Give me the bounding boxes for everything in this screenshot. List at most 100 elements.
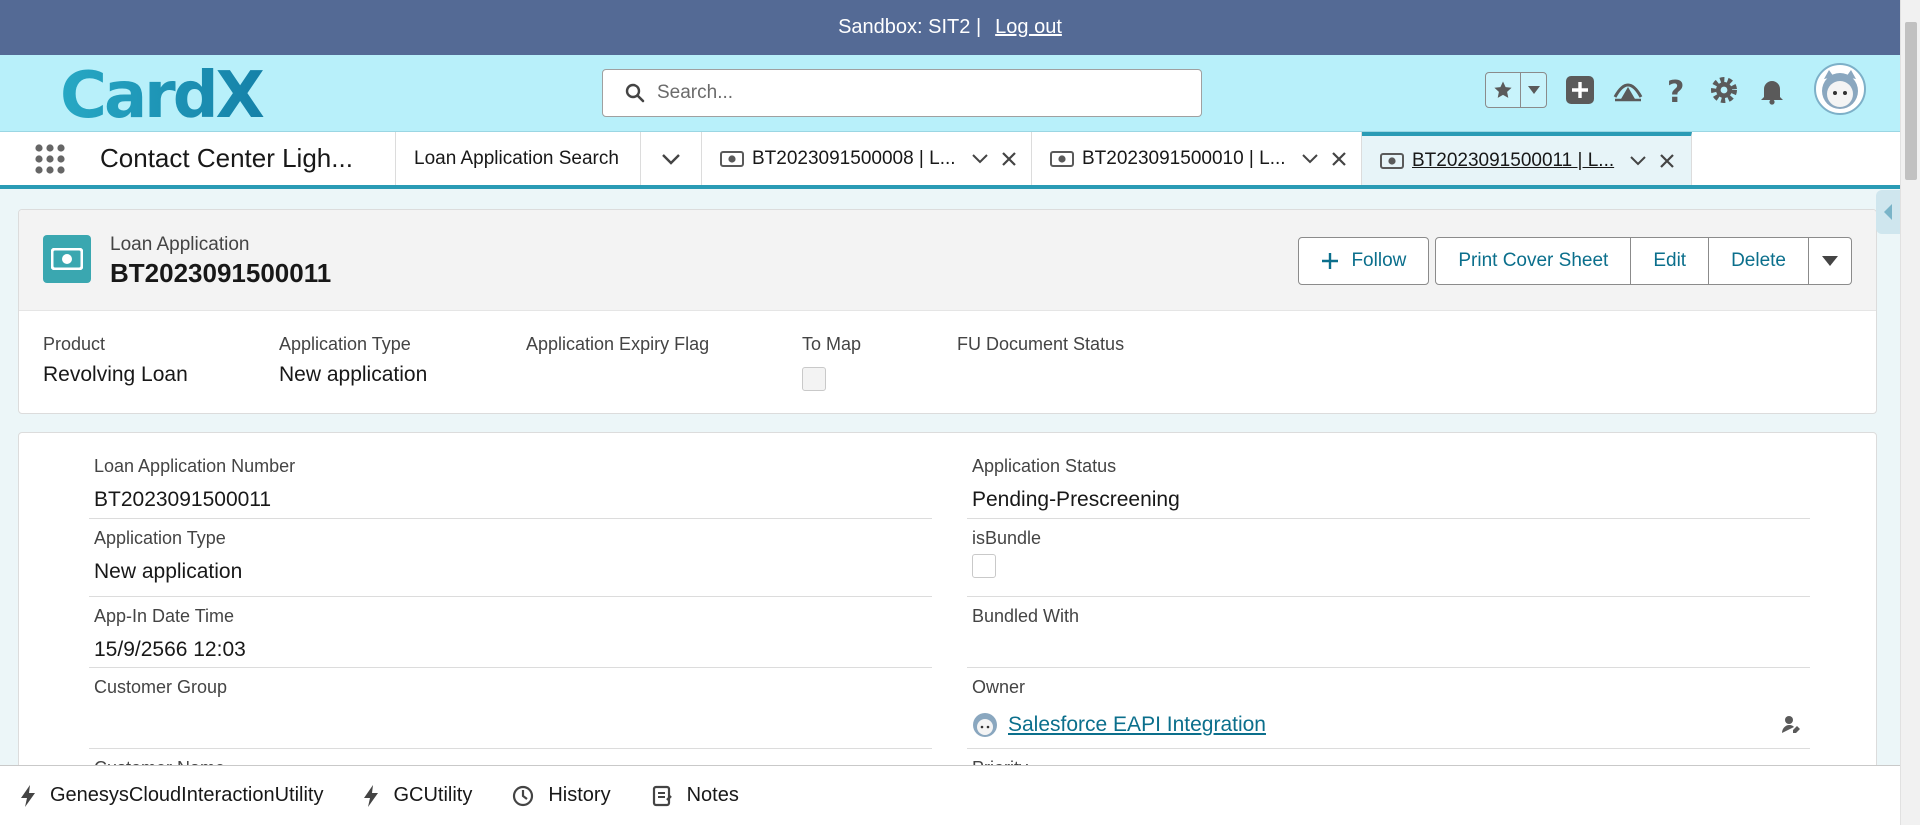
svg-text:?: ? — [1667, 75, 1684, 105]
tab-label: BT2023091500011 | L... — [1412, 149, 1615, 171]
field-value[interactable]: Pending-Prescreening — [972, 488, 1180, 512]
follow-button[interactable]: Follow — [1298, 237, 1430, 285]
money-icon — [1380, 152, 1404, 170]
highlight-application-type: Application Type New application — [279, 334, 526, 391]
field-label: Bundled With — [972, 606, 1080, 626]
utility-history[interactable]: History — [512, 784, 611, 807]
utility-genesys-cloud-interaction[interactable]: GenesysCloudInteractionUtility — [20, 784, 323, 807]
clock-icon — [512, 785, 534, 807]
record-type-label: Loan Application — [110, 234, 250, 255]
field-value[interactable]: BT2023091500011 — [94, 488, 271, 512]
chevron-left-icon — [1884, 204, 1892, 220]
record-page: Loan Application BT2023091500011 Follow … — [0, 189, 1900, 792]
more-actions-button[interactable] — [1809, 237, 1852, 285]
utility-notes[interactable]: Notes — [651, 784, 739, 807]
logout-link[interactable]: Log out — [995, 16, 1062, 39]
setup-gear-icon[interactable] — [1709, 75, 1739, 105]
chevron-down-icon[interactable] — [1630, 155, 1646, 166]
star-icon[interactable] — [1486, 73, 1522, 107]
sandbox-label: Sandbox: SIT2 | — [838, 16, 982, 38]
plus-icon[interactable] — [1565, 75, 1595, 105]
is-bundle-checkbox — [972, 554, 996, 578]
tab-record-bt2023091500011[interactable]: BT2023091500011 | L... — [1362, 132, 1692, 185]
app-name: Contact Center Ligh... — [100, 132, 396, 185]
utility-gcutility[interactable]: GCUtility — [363, 784, 472, 807]
global-header: CardX ? — [0, 55, 1900, 132]
lightning-icon — [363, 784, 379, 807]
chevron-down-icon[interactable] — [971, 153, 988, 164]
field-label: Application Type — [94, 528, 226, 548]
chevron-down-icon — [1822, 256, 1838, 266]
trailhead-icon[interactable] — [1613, 75, 1643, 105]
close-icon[interactable] — [1660, 153, 1674, 168]
utility-label: History — [548, 784, 611, 806]
scrollbar-thumb[interactable] — [1905, 22, 1917, 180]
field-label: Customer Group — [94, 677, 228, 697]
page-scrollbar[interactable] — [1900, 0, 1920, 825]
workspace-tab-bar: Contact Center Ligh... Loan Application … — [0, 132, 1900, 189]
record-title: BT2023091500011 — [110, 258, 332, 288]
highlight-fu-document-status: FU Document Status — [957, 334, 1157, 391]
loan-application-icon — [43, 235, 91, 283]
change-owner-icon[interactable] — [1780, 713, 1802, 735]
field-value[interactable]: 15/9/2566 12:03 — [94, 638, 246, 662]
logo-text: CardX — [60, 61, 265, 127]
owner-avatar — [972, 712, 998, 738]
tab-label: BT2023091500008 | L... — [752, 147, 956, 169]
help-icon[interactable]: ? — [1661, 75, 1691, 105]
field-value: Revolving Loan — [43, 363, 188, 386]
notification-bell-icon[interactable] — [1757, 75, 1787, 105]
highlight-to-map: To Map — [802, 334, 957, 391]
field-application-type: Application Type New application — [89, 528, 932, 597]
to-map-checkbox — [802, 367, 826, 391]
field-label: Loan Application Number — [94, 456, 296, 476]
sandbox-banner: Sandbox: SIT2 | Log out — [0, 0, 1900, 55]
field-value[interactable]: New application — [94, 560, 242, 584]
avatar[interactable] — [1814, 63, 1866, 115]
field-label: FU Document Status — [957, 334, 1125, 354]
chevron-down-icon[interactable] — [1521, 73, 1546, 107]
edit-button[interactable]: Edit — [1631, 237, 1710, 285]
owner-link[interactable]: Salesforce EAPI Integration — [1008, 713, 1266, 737]
field-label: Application Expiry Flag — [526, 334, 710, 354]
field-label: Application Status — [972, 456, 1117, 476]
tab-label: BT2023091500010 | L... — [1082, 147, 1286, 169]
highlights-panel: Loan Application BT2023091500011 Follow … — [18, 209, 1877, 414]
lightning-icon — [20, 784, 36, 807]
chevron-down-icon — [662, 153, 680, 165]
tab-label: Loan Application Search — [414, 147, 619, 169]
tab-loan-application-search[interactable]: Loan Application Search — [396, 132, 641, 185]
field-value: New application — [279, 363, 428, 386]
notes-icon — [651, 785, 673, 807]
field-owner: Owner Salesforce EAPI Integration — [967, 677, 1810, 749]
global-search[interactable] — [602, 69, 1202, 117]
field-is-bundle: isBundle — [967, 528, 1810, 597]
details-panel: Loan Application Number BT2023091500011 … — [18, 432, 1877, 792]
side-panel-toggle[interactable] — [1876, 190, 1900, 234]
field-app-in-date-time: App-In Date Time 15/9/2566 12:03 — [89, 606, 932, 668]
print-cover-sheet-button[interactable]: Print Cover Sheet — [1435, 237, 1632, 285]
highlight-application-expiry-flag: Application Expiry Flag — [526, 334, 802, 391]
utility-label: GenesysCloudInteractionUtility — [50, 784, 324, 806]
nav-menu-button[interactable] — [641, 132, 702, 185]
search-input[interactable] — [657, 82, 1177, 104]
field-loan-application-number: Loan Application Number BT2023091500011 — [89, 456, 932, 519]
utility-label: GCUtility — [393, 784, 473, 806]
field-customer-group: Customer Group — [89, 677, 932, 749]
chevron-down-icon[interactable] — [1301, 153, 1318, 164]
close-icon[interactable] — [1001, 151, 1016, 166]
utility-bar: GenesysCloudInteractionUtility GCUtility… — [0, 765, 1900, 825]
money-icon — [720, 150, 744, 168]
close-icon[interactable] — [1331, 151, 1346, 166]
favorites-group[interactable] — [1485, 72, 1547, 108]
cardx-logo[interactable]: CardX — [60, 61, 290, 127]
field-label: Application Type — [279, 334, 411, 354]
follow-label: Follow — [1351, 250, 1407, 271]
app-launcher-icon[interactable] — [0, 132, 100, 185]
tab-record-bt2023091500010[interactable]: BT2023091500010 | L... — [1032, 132, 1362, 185]
field-label: To Map — [802, 334, 862, 354]
field-label: Owner — [972, 677, 1026, 697]
field-label: App-In Date Time — [94, 606, 235, 626]
delete-button[interactable]: Delete — [1709, 237, 1809, 285]
tab-record-bt2023091500008[interactable]: BT2023091500008 | L... — [702, 132, 1032, 185]
